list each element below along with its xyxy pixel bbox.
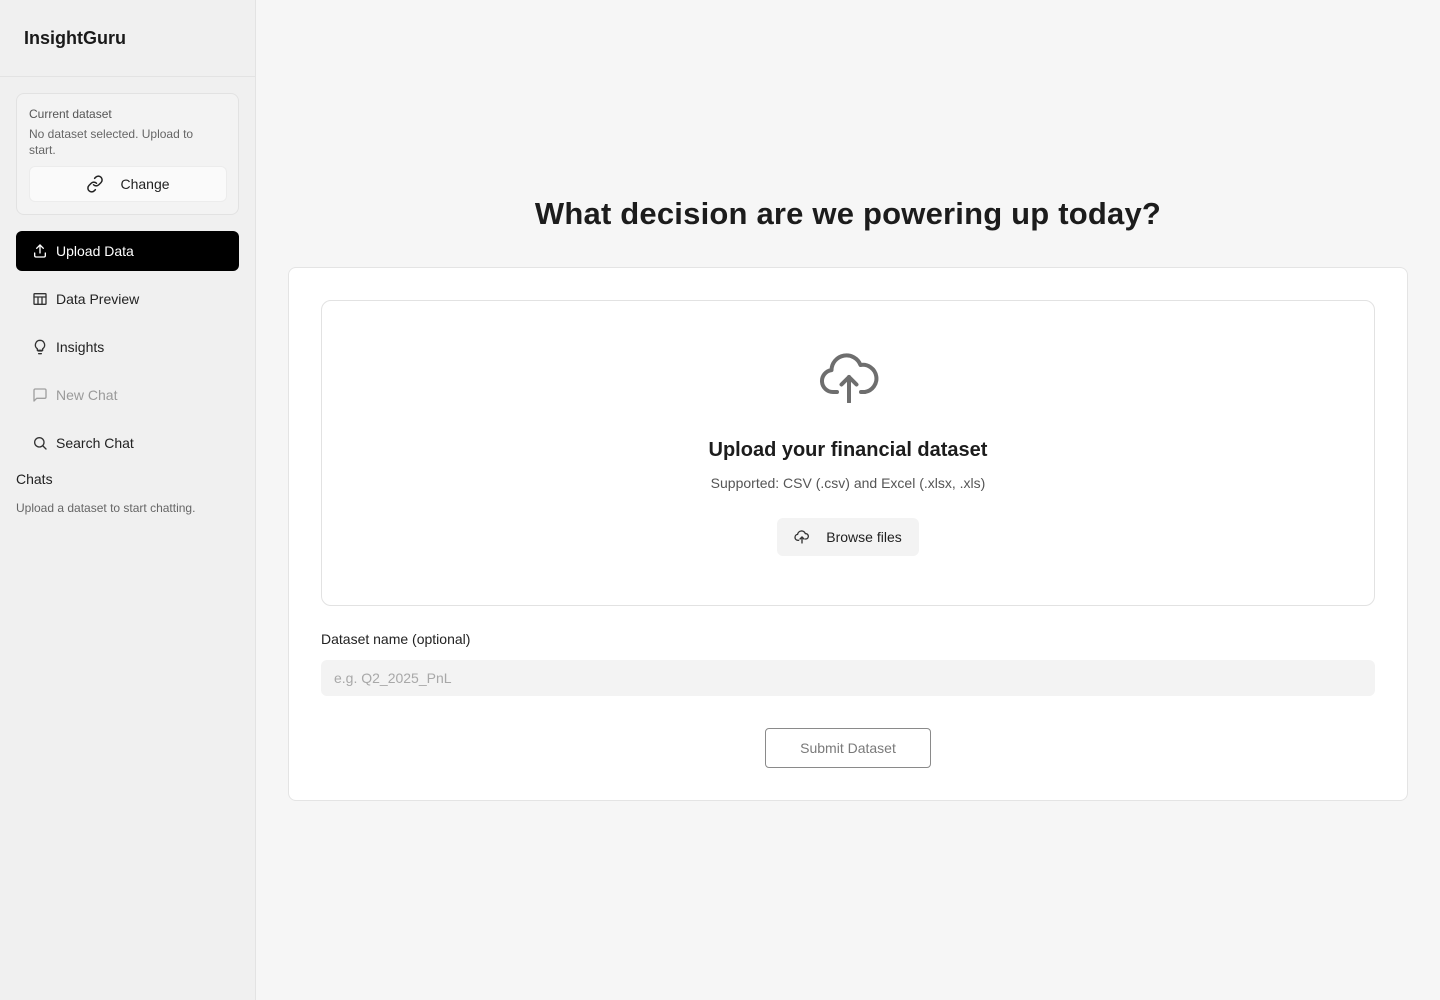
link-icon: [87, 175, 104, 193]
dropzone-title: Upload your financial dataset: [708, 439, 988, 461]
dataset-name-input[interactable]: [321, 660, 1375, 696]
chats-heading: Chats: [16, 471, 53, 487]
cloud-upload-icon: [820, 353, 879, 403]
brand-logo: InsightGuru: [0, 0, 255, 77]
sidebar-item-label: New Chat: [56, 387, 118, 403]
upload-panel: Upload your financial dataset Supported:…: [288, 267, 1408, 801]
change-button-label: Change: [120, 176, 170, 192]
chat-bubble-icon: [32, 387, 48, 403]
sidebar-item-label: Search Chat: [56, 435, 134, 451]
page-title: What decision are we powering up today?: [534, 196, 1162, 231]
sidebar-item-label: Insights: [56, 339, 105, 355]
sidebar-item-label: Data Preview: [56, 291, 140, 307]
sidebar-item-search-chat[interactable]: Search Chat: [16, 423, 239, 463]
current-dataset-label: Current dataset: [29, 107, 112, 121]
table-icon: [32, 291, 48, 307]
sidebar: InsightGuru Current dataset No dataset s…: [0, 0, 256, 1000]
sidebar-item-upload-data[interactable]: Upload Data: [16, 231, 239, 271]
browse-files-label: Browse files: [826, 529, 902, 545]
dataset-name-label: Dataset name (optional): [321, 631, 471, 647]
current-dataset-status: No dataset selected. Upload to start.: [29, 127, 194, 157]
browse-files-button[interactable]: Browse files: [777, 518, 919, 556]
lightbulb-icon: [32, 339, 48, 355]
sidebar-item-data-preview[interactable]: Data Preview: [16, 279, 239, 319]
app-root: InsightGuru Current dataset No dataset s…: [0, 0, 1440, 1000]
sidebar-item-new-chat[interactable]: New Chat: [16, 375, 239, 415]
main-content: What decision are we powering up today? …: [256, 0, 1440, 1000]
upload-icon: [32, 243, 48, 259]
submit-dataset-button[interactable]: Submit Dataset: [765, 728, 931, 768]
chats-empty-message: Upload a dataset to start chatting.: [16, 501, 196, 515]
sidebar-item-label: Upload Data: [56, 243, 134, 259]
search-icon: [32, 435, 48, 451]
sidebar-item-insights[interactable]: Insights: [16, 327, 239, 367]
current-dataset-card: Current dataset No dataset selected. Upl…: [16, 93, 239, 215]
cloud-upload-small-icon: [794, 530, 810, 544]
change-dataset-button[interactable]: Change: [29, 166, 227, 202]
file-dropzone[interactable]: Upload your financial dataset Supported:…: [321, 300, 1375, 606]
dropzone-subtitle: Supported: CSV (.csv) and Excel (.xlsx, …: [710, 475, 986, 491]
sidebar-nav: Upload Data Data Preview Insights New Ch…: [0, 231, 255, 463]
